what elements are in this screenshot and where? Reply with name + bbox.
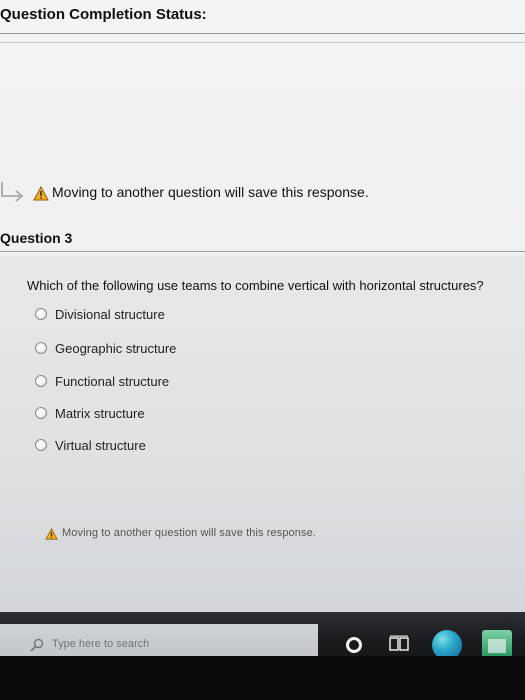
radio-button[interactable] bbox=[35, 342, 47, 354]
warning-text: Moving to another question will save thi… bbox=[62, 527, 316, 539]
save-warning-top: Moving to another question will save thi… bbox=[0, 178, 525, 206]
search-placeholder: Type here to search bbox=[52, 638, 150, 650]
warning-icon bbox=[45, 528, 58, 540]
search-icon bbox=[30, 638, 44, 652]
question-number: Question 3 bbox=[0, 230, 73, 246]
warning-text: Moving to another question will save thi… bbox=[52, 184, 369, 200]
option-label: Geographic structure bbox=[55, 341, 177, 356]
warning-icon bbox=[33, 186, 49, 201]
cortana-icon[interactable] bbox=[346, 637, 362, 653]
task-view-icon[interactable] bbox=[389, 635, 409, 653]
screen-bezel bbox=[0, 656, 525, 700]
radio-button[interactable] bbox=[35, 407, 47, 419]
completion-status-title: Question Completion Status: bbox=[0, 6, 207, 23]
radio-button[interactable] bbox=[35, 439, 47, 451]
divider bbox=[0, 42, 525, 43]
option-label: Virtual structure bbox=[55, 438, 146, 453]
store-bag-shape bbox=[488, 639, 506, 653]
content-page: Question Completion Status: Moving to an… bbox=[0, 0, 525, 612]
radio-button[interactable] bbox=[35, 375, 47, 387]
option-label: Functional structure bbox=[55, 374, 170, 389]
arrow-right-icon bbox=[1, 182, 24, 202]
option-label: Divisional structure bbox=[55, 307, 165, 322]
divider bbox=[0, 33, 525, 34]
option-label: Matrix structure bbox=[55, 406, 145, 421]
radio-button[interactable] bbox=[35, 308, 47, 320]
question-text: Which of the following use teams to comb… bbox=[27, 278, 484, 293]
divider bbox=[0, 251, 525, 252]
